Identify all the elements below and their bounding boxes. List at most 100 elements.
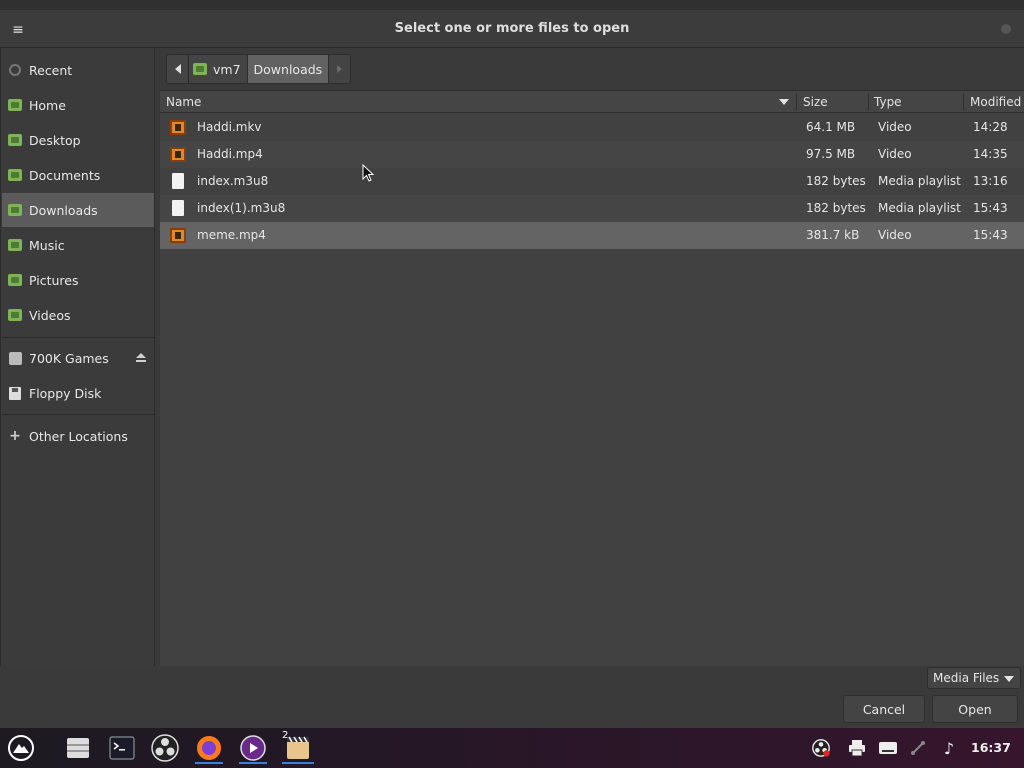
video-file-icon — [170, 120, 186, 135]
sidebar-item-label: Pictures — [29, 272, 79, 288]
start-menu-icon[interactable] — [5, 732, 37, 764]
sidebar-item-label: Documents — [29, 167, 101, 183]
terminal-icon[interactable] — [106, 732, 138, 764]
sidebar-item-documents[interactable]: Documents — [2, 158, 154, 192]
sidebar-item-label: Videos — [29, 307, 71, 323]
taskbar: 2 ♪ 16:37 — [0, 728, 1024, 768]
home-folder-icon — [193, 63, 207, 75]
sidebar-item-pictures[interactable]: Pictures — [2, 263, 154, 297]
file-modified: 14:28 — [973, 120, 1008, 134]
file-type-filter-dropdown[interactable]: Media Files — [927, 667, 1021, 689]
file-manager-icon[interactable] — [62, 732, 94, 764]
plus-icon: + — [9, 428, 21, 444]
keyboard-icon[interactable] — [878, 738, 898, 758]
file-name: Haddi.mp4 — [197, 147, 263, 161]
file-type: Video — [878, 120, 912, 134]
file-list-header: Name Size Type Modified — [160, 91, 1024, 113]
file-name: index(1).m3u8 — [197, 201, 286, 215]
file-size: 182 bytes — [806, 201, 866, 215]
volume-music-icon[interactable]: ♪ — [939, 738, 959, 758]
sort-descending-icon — [779, 99, 789, 105]
column-header-name[interactable]: Name — [160, 91, 790, 113]
sidebar-item-label: Downloads — [29, 202, 98, 218]
breadcrumb-label: vm7 — [213, 61, 241, 77]
video-file-icon — [170, 147, 186, 162]
table-row[interactable]: index.m3u8 182 bytes Media playlist 13:1… — [160, 168, 1024, 195]
table-row[interactable]: Haddi.mp4 97.5 MB Video 14:35 — [160, 141, 1024, 168]
desktop-folder-icon — [7, 132, 23, 148]
file-size: 182 bytes — [806, 174, 866, 188]
pictures-folder-icon — [7, 272, 23, 288]
file-size: 64.1 MB — [806, 120, 856, 134]
file-name: meme.mp4 — [197, 228, 266, 242]
downloads-folder-icon — [7, 202, 23, 218]
mouse-cursor-icon — [362, 164, 374, 182]
breadcrumb-home[interactable]: vm7 — [189, 55, 248, 83]
table-row[interactable]: Haddi.mkv 64.1 MB Video 14:28 — [160, 114, 1024, 141]
column-header-type[interactable]: Type — [868, 91, 963, 113]
firefox-icon[interactable] — [193, 732, 225, 764]
filter-label: Media Files — [933, 671, 1000, 685]
network-disconnected-icon[interactable] — [908, 738, 928, 758]
sidebar-item-floppy-disk[interactable]: Floppy Disk — [2, 376, 154, 410]
floppy-disk-icon — [7, 385, 23, 401]
recent-icon — [7, 62, 23, 78]
file-name: index.m3u8 — [197, 174, 269, 188]
file-size: 97.5 MB — [806, 147, 856, 161]
video-editor-icon[interactable]: 2 — [280, 730, 316, 764]
sidebar-item-music[interactable]: Music — [2, 228, 154, 262]
file-name: Haddi.mkv — [197, 120, 262, 134]
file-modified: 15:43 — [973, 201, 1008, 215]
obs-studio-icon[interactable] — [149, 732, 181, 764]
clock[interactable]: 16:37 — [971, 740, 1011, 755]
file-modified: 15:43 — [973, 228, 1008, 242]
file-modified: 14:35 — [973, 147, 1008, 161]
back-arrow-icon[interactable] — [167, 55, 189, 83]
sidebar-item-label: Home — [29, 97, 66, 113]
forward-arrow-icon[interactable] — [328, 55, 351, 83]
chevron-down-icon — [1004, 676, 1014, 682]
sidebar-item-label: Floppy Disk — [29, 385, 102, 401]
title-bar: ≡ Select one or more files to open — [0, 0, 1024, 48]
path-bar: vm7 Downloads — [160, 48, 1024, 90]
file-type: Media playlist — [878, 201, 961, 215]
sidebar-item-label: 700K Games — [29, 350, 109, 366]
file-type: Video — [878, 228, 912, 242]
sidebar-item-home[interactable]: Home — [2, 88, 154, 122]
drive-icon — [7, 350, 23, 366]
printer-icon[interactable] — [847, 738, 867, 758]
window-close-icon[interactable] — [999, 22, 1013, 36]
cancel-button[interactable]: Cancel — [843, 695, 925, 723]
sidebar-item-label: Other Locations — [29, 428, 128, 444]
workspace-badge: 2 — [282, 730, 289, 741]
sidebar-divider — [2, 337, 154, 338]
file-type: Video — [878, 147, 912, 161]
breadcrumb-downloads[interactable]: Downloads — [247, 55, 329, 83]
window-top-strip — [0, 0, 1024, 10]
media-player-icon[interactable] — [237, 732, 269, 764]
sidebar-item-recent[interactable]: Recent — [2, 53, 154, 87]
sidebar-item-videos[interactable]: Videos — [2, 298, 154, 332]
obs-tray-icon[interactable] — [811, 738, 831, 758]
file-type: Media playlist — [878, 174, 961, 188]
sidebar-item-desktop[interactable]: Desktop — [2, 123, 154, 157]
document-file-icon — [172, 200, 184, 216]
eject-icon[interactable] — [135, 353, 147, 363]
sidebar-item-label: Music — [29, 237, 65, 253]
column-header-modified[interactable]: Modified — [964, 91, 1024, 113]
sidebar-item-downloads[interactable]: Downloads — [2, 193, 154, 227]
window-title: Select one or more files to open — [394, 21, 630, 36]
sidebar-item-label: Desktop — [29, 132, 81, 148]
open-button[interactable]: Open — [932, 695, 1018, 723]
sidebar-item-other-locations[interactable]: + Other Locations — [2, 419, 154, 453]
sidebar-item-700k-games[interactable]: 700K Games — [2, 341, 154, 375]
home-folder-icon — [7, 97, 23, 113]
table-row-selected[interactable]: meme.mp4 381.7 kB Video 15:43 — [160, 222, 1024, 249]
file-list: Name Size Type Modified Haddi.mkv 64.1 M… — [160, 90, 1024, 666]
table-row[interactable]: index(1).m3u8 182 bytes Media playlist 1… — [160, 195, 1024, 222]
documents-folder-icon — [7, 167, 23, 183]
column-header-size[interactable]: Size — [797, 91, 867, 113]
breadcrumb: vm7 Downloads — [166, 54, 352, 84]
music-folder-icon — [7, 237, 23, 253]
breadcrumb-label: Downloads — [253, 61, 323, 77]
